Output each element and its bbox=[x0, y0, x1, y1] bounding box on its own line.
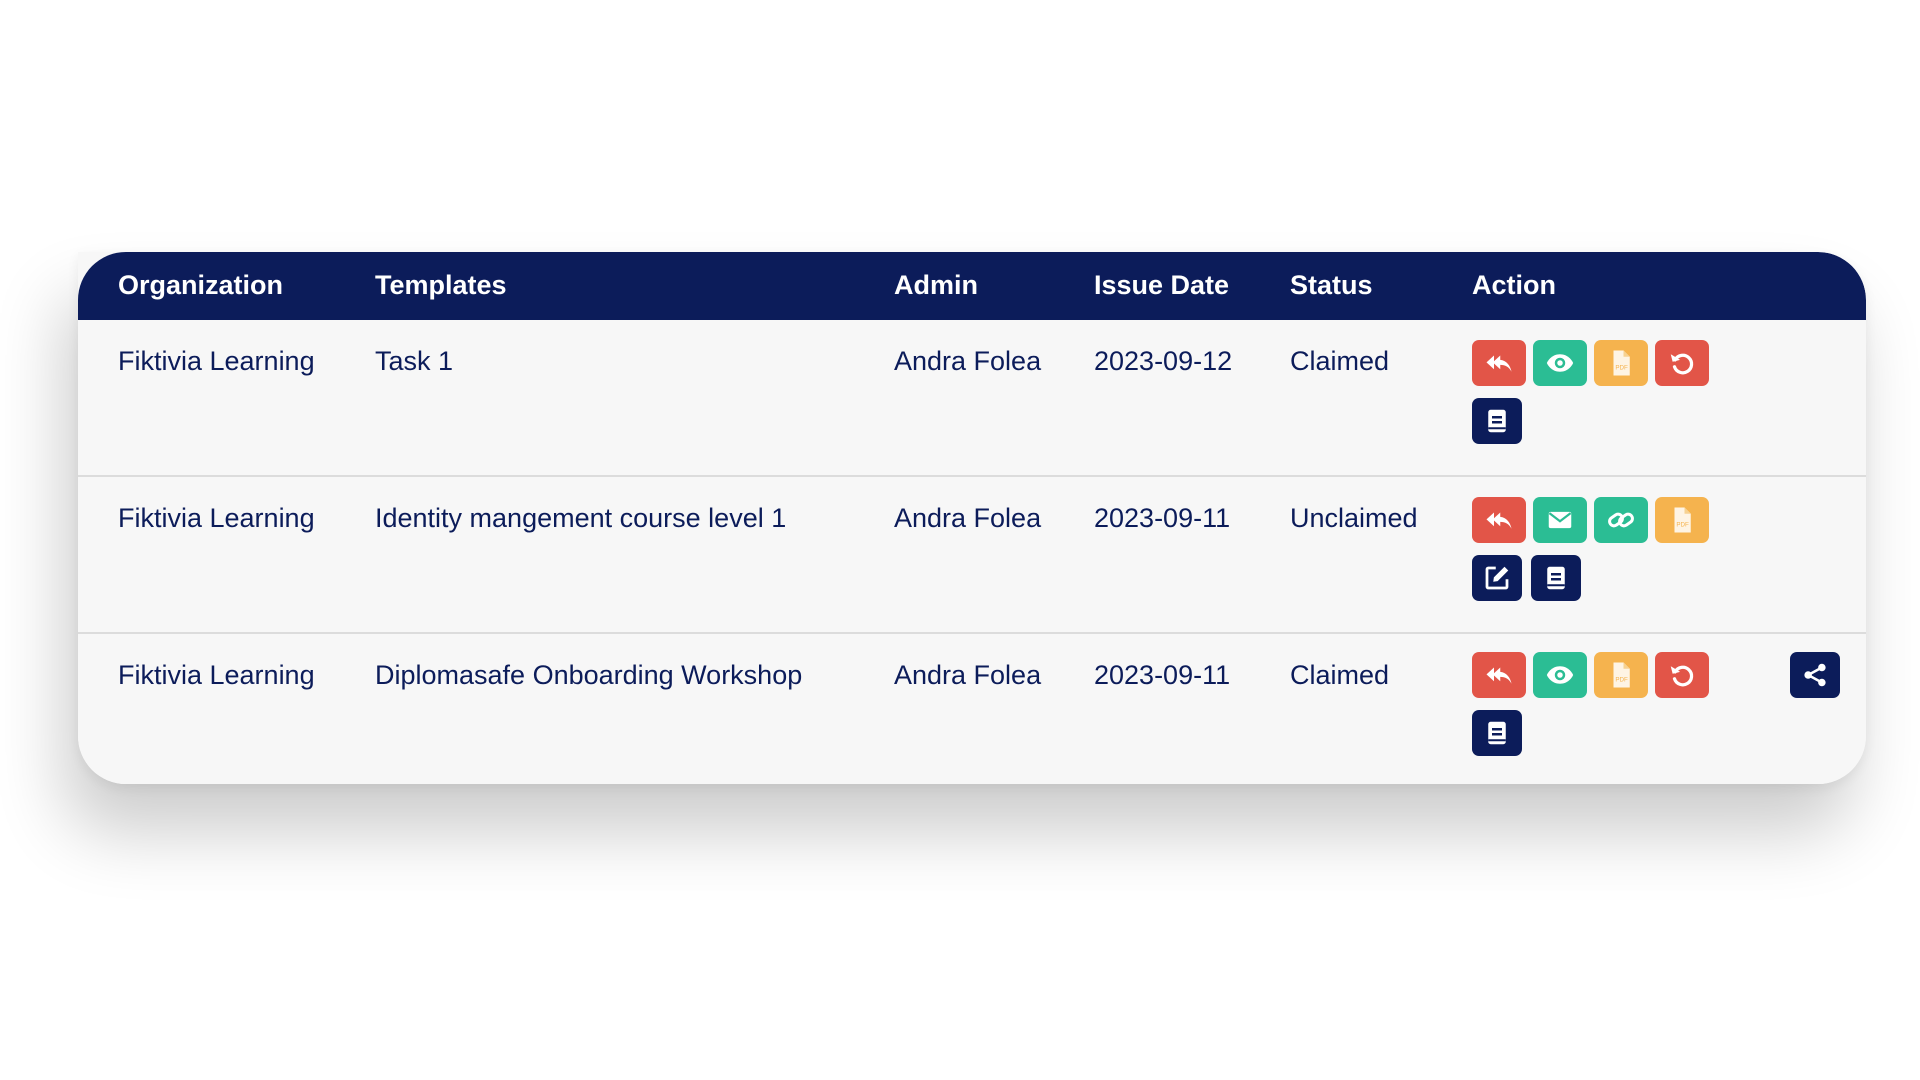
details-button[interactable] bbox=[1472, 398, 1522, 444]
revoke-button[interactable] bbox=[1655, 652, 1709, 698]
column-header-status[interactable]: Status bbox=[1290, 252, 1373, 320]
pdf-file-icon: PDF bbox=[1613, 350, 1630, 376]
organization-cell: Fiktivia Learning bbox=[118, 346, 315, 376]
status-cell: Claimed bbox=[1290, 346, 1390, 376]
book-icon bbox=[1547, 566, 1565, 590]
admin-cell: Andra Folea bbox=[894, 660, 1042, 690]
template-cell: Identity mangement course level 1 bbox=[375, 503, 787, 533]
table-row: Fiktivia Learning Identity mangement cou… bbox=[78, 477, 1866, 634]
details-button[interactable] bbox=[1531, 555, 1581, 601]
credentials-table: Organization Templates Admin Issue Date … bbox=[78, 252, 1866, 784]
column-header-templates[interactable]: Templates bbox=[375, 252, 507, 320]
revoke-button[interactable] bbox=[1655, 340, 1709, 386]
issue-date-cell: 2023-09-11 bbox=[1094, 660, 1231, 690]
share-button[interactable] bbox=[1790, 652, 1840, 698]
template-cell: Task 1 bbox=[375, 346, 454, 376]
table-row: Fiktivia Learning Task 1 Andra Folea 202… bbox=[78, 320, 1866, 477]
copy-link-button[interactable] bbox=[1594, 497, 1648, 543]
organization-cell: Fiktivia Learning bbox=[118, 660, 315, 690]
undo-icon bbox=[1670, 665, 1694, 687]
book-icon bbox=[1488, 409, 1506, 433]
download-pdf-button[interactable]: PDF bbox=[1594, 340, 1648, 386]
table-row: Fiktivia Learning Diplomasafe Onboarding… bbox=[78, 634, 1866, 784]
resend-button[interactable] bbox=[1472, 652, 1526, 698]
organization-cell: Fiktivia Learning bbox=[118, 503, 315, 533]
send-email-button[interactable] bbox=[1533, 497, 1587, 543]
eye-icon bbox=[1546, 666, 1574, 684]
admin-cell: Andra Folea bbox=[894, 346, 1042, 376]
pdf-file-icon: PDF bbox=[1674, 507, 1691, 533]
undo-icon bbox=[1670, 353, 1694, 375]
reply-all-icon bbox=[1486, 355, 1512, 372]
status-cell: Claimed bbox=[1290, 660, 1390, 690]
eye-icon bbox=[1546, 354, 1574, 372]
admin-cell: Andra Folea bbox=[894, 503, 1042, 533]
column-header-admin[interactable]: Admin bbox=[894, 252, 978, 320]
link-icon bbox=[1608, 512, 1634, 528]
column-header-issue-date[interactable]: Issue Date bbox=[1094, 252, 1229, 320]
reply-all-icon bbox=[1486, 667, 1512, 684]
view-button[interactable] bbox=[1533, 340, 1587, 386]
column-header-organization[interactable]: Organization bbox=[118, 252, 283, 320]
issue-date-cell: 2023-09-12 bbox=[1094, 346, 1233, 376]
edit-icon bbox=[1485, 566, 1509, 590]
envelope-icon bbox=[1548, 511, 1572, 529]
download-pdf-button[interactable]: PDF bbox=[1594, 652, 1648, 698]
reply-all-icon bbox=[1486, 512, 1512, 529]
column-header-action: Action bbox=[1472, 270, 1556, 300]
details-button[interactable] bbox=[1472, 710, 1522, 756]
template-cell: Diplomasafe Onboarding Workshop bbox=[375, 660, 803, 690]
page: Organization Templates Admin Issue Date … bbox=[0, 0, 1920, 1080]
table-header: Organization Templates Admin Issue Date … bbox=[78, 252, 1866, 320]
book-icon bbox=[1488, 721, 1506, 745]
status-cell: Unclaimed bbox=[1290, 503, 1418, 533]
download-pdf-button[interactable]: PDF bbox=[1655, 497, 1709, 543]
svg-text:PDF: PDF bbox=[1615, 364, 1628, 371]
view-button[interactable] bbox=[1533, 652, 1587, 698]
share-icon bbox=[1804, 663, 1826, 687]
issue-date-cell: 2023-09-11 bbox=[1094, 503, 1231, 533]
edit-button[interactable] bbox=[1472, 555, 1522, 601]
resend-button[interactable] bbox=[1472, 497, 1526, 543]
resend-button[interactable] bbox=[1472, 340, 1526, 386]
svg-text:PDF: PDF bbox=[1676, 521, 1689, 528]
pdf-file-icon: PDF bbox=[1613, 662, 1630, 688]
svg-text:PDF: PDF bbox=[1615, 676, 1628, 683]
